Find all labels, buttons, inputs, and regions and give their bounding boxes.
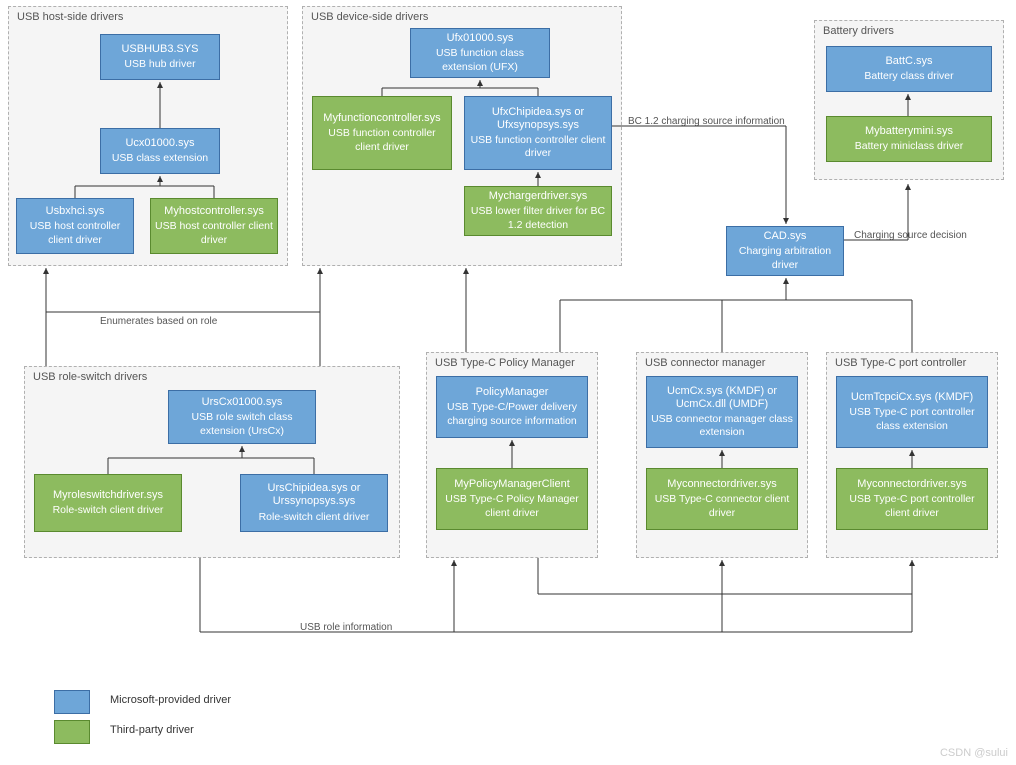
box-sub: USB function controller client driver [469,134,607,160]
box-title: UrsChipidea.sys or Urssynopsys.sys [245,482,383,508]
box-sub: USB hub driver [124,58,195,71]
watermark: CSDN @sului [940,747,1008,759]
box-sub: USB Type-C port controller client driver [841,493,983,519]
box-title: CAD.sys [764,230,807,243]
box-sub: USB Type-C Policy Manager client driver [441,493,583,519]
legend-swatch-tp [54,720,90,744]
box-myroleswitch: Myroleswitchdriver.sys Role-switch clien… [34,474,182,532]
box-ucmtcpci: UcmTcpciCx.sys (KMDF) USB Type-C port co… [836,376,988,448]
box-title: UcmCx.sys (KMDF) or UcmCx.dll (UMDF) [651,385,793,411]
box-title: UrsCx01000.sys [202,396,283,409]
box-sub: Role-switch client driver [259,511,370,524]
box-usbhub3: USBHUB3.SYS USB hub driver [100,34,220,80]
box-sub: USB class extension [112,152,208,165]
box-title: Mybatterymini.sys [865,125,953,138]
box-title: USBHUB3.SYS [121,43,198,56]
box-sub: Role-switch client driver [53,504,164,517]
box-title: Usbxhci.sys [46,205,105,218]
box-usbxhci: Usbxhci.sys USB host controller client d… [16,198,134,254]
label-enum-role: Enumerates based on role [100,316,217,327]
box-title: Myfunctioncontroller.sys [323,112,440,125]
group-title-policy-manager: USB Type-C Policy Manager [435,357,589,369]
box-title: MyPolicyManagerClient [454,478,570,491]
legend-text-tp: Third-party driver [110,724,194,736]
box-sub: Battery class driver [864,70,953,83]
box-title: Myconnectordriver.sys [857,478,966,491]
box-title: PolicyManager [476,386,549,399]
box-mypolicymanagerclient: MyPolicyManagerClient USB Type-C Policy … [436,468,588,530]
box-sub: USB host controller client driver [21,220,129,246]
box-sub: USB Type-C connector client driver [651,493,793,519]
box-myconnectordriver2: Myconnectordriver.sys USB Type-C port co… [836,468,988,530]
box-title: Myhostcontroller.sys [164,205,264,218]
box-ucmcx: UcmCx.sys (KMDF) or UcmCx.dll (UMDF) USB… [646,376,798,448]
box-sub: USB Type-C/Power delivery charging sourc… [441,401,583,427]
box-title: BattC.sys [885,55,932,68]
group-title-battery: Battery drivers [823,25,995,37]
box-mychargerdriver: Mychargerdriver.sys USB lower filter dri… [464,186,612,236]
group-title-role-switch: USB role-switch drivers [33,371,391,383]
box-title: Ufx01000.sys [447,32,514,45]
box-sub: USB function class extension (UFX) [415,47,545,73]
legend-swatch-ms [54,690,90,714]
group-title-device-side: USB device-side drivers [311,11,613,23]
box-sub: USB lower filter driver for BC 1.2 detec… [469,205,607,231]
box-urschipidea: UrsChipidea.sys or Urssynopsys.sys Role-… [240,474,388,532]
label-usb-role-info: USB role information [300,622,392,633]
box-myhostcontroller: Myhostcontroller.sys USB host controller… [150,198,278,254]
box-mybatterymini: Mybatterymini.sys Battery miniclass driv… [826,116,992,162]
group-title-connector-manager: USB connector manager [645,357,799,369]
box-title: UcmTcpciCx.sys (KMDF) [851,391,973,404]
label-charging-decision: Charging source decision [854,230,967,241]
box-myfunctioncontroller: Myfunctioncontroller.sys USB function co… [312,96,452,170]
label-bc12: BC 1.2 charging source information [628,116,785,127]
box-sub: USB role switch class extension (UrsCx) [173,411,311,437]
box-cad: CAD.sys Charging arbitration driver [726,226,844,276]
box-battc: BattC.sys Battery class driver [826,46,992,92]
group-title-host-side: USB host-side drivers [17,11,279,23]
box-policymanager: PolicyManager USB Type-C/Power delivery … [436,376,588,438]
box-sub: USB connector manager class extension [651,413,793,439]
box-sub: USB Type-C port controller class extensi… [841,406,983,432]
box-sub: USB function controller client driver [317,127,447,153]
box-sub: Charging arbitration driver [731,245,839,271]
box-sub: USB host controller client driver [155,220,273,246]
box-title: Ucx01000.sys [125,137,194,150]
box-ucx01000: Ucx01000.sys USB class extension [100,128,220,174]
box-title: Mychargerdriver.sys [489,190,587,203]
box-urscx: UrsCx01000.sys USB role switch class ext… [168,390,316,444]
box-title: UfxChipidea.sys or Ufxsynopsys.sys [469,106,607,132]
legend-text-ms: Microsoft-provided driver [110,694,231,706]
box-ufx01000: Ufx01000.sys USB function class extensio… [410,28,550,78]
box-myconnectordriver: Myconnectordriver.sys USB Type-C connect… [646,468,798,530]
box-ufxchipidea: UfxChipidea.sys or Ufxsynopsys.sys USB f… [464,96,612,170]
box-sub: Battery miniclass driver [855,140,964,153]
box-title: Myroleswitchdriver.sys [53,489,163,502]
group-title-port-controller: USB Type-C port controller [835,357,989,369]
box-title: Myconnectordriver.sys [667,478,776,491]
